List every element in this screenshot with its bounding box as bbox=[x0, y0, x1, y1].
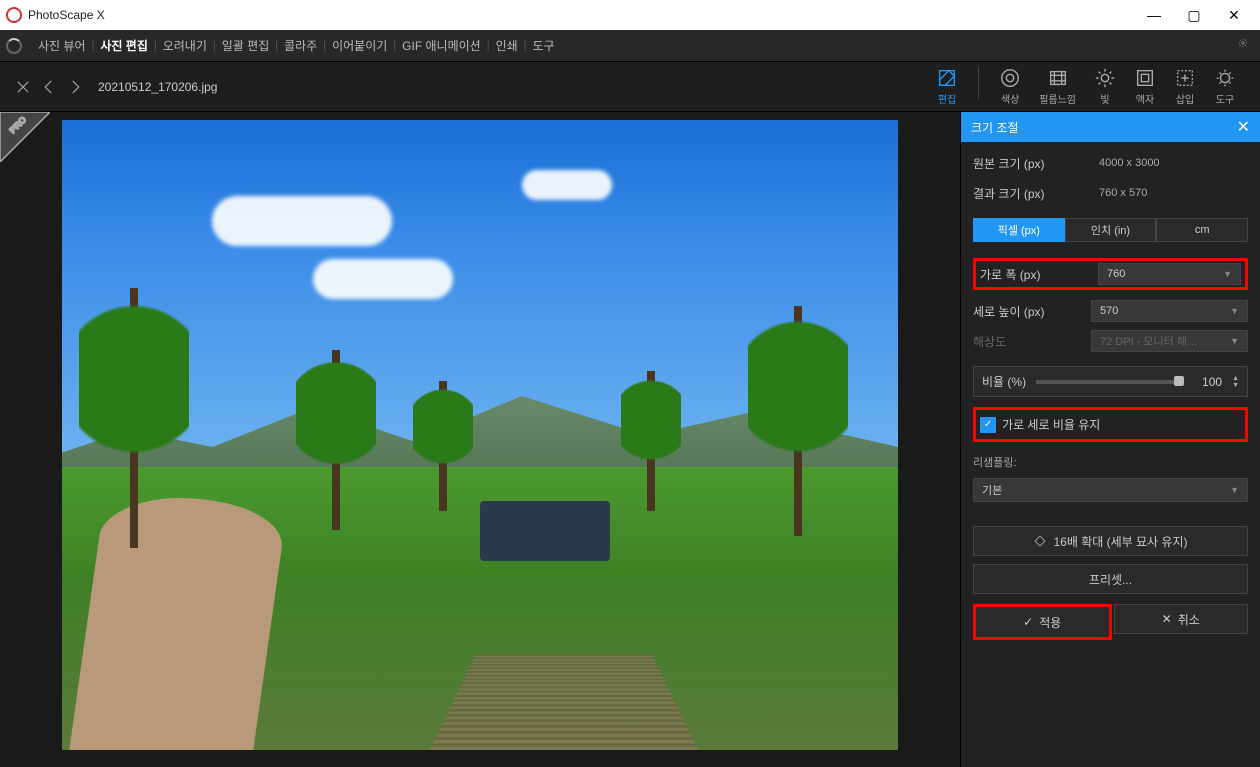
menu-batch[interactable]: 일괄 편집 bbox=[216, 37, 276, 54]
unit-px[interactable]: 픽셀 (px) bbox=[973, 218, 1065, 242]
ratio-row: 비율 (%) 100 ▲▼ bbox=[973, 366, 1248, 397]
enlarge16-button[interactable]: 16배 확대 (세부 묘사 유지) bbox=[973, 526, 1248, 556]
tool-edit[interactable]: 편집 bbox=[936, 67, 958, 106]
tool-color[interactable]: 색상 bbox=[999, 67, 1021, 106]
panel-header: 크기 조절 ✕ bbox=[961, 112, 1260, 142]
pro-badge: PRO bbox=[0, 112, 50, 162]
width-input[interactable]: 760▼ bbox=[1098, 263, 1241, 285]
settings-gear-icon[interactable] bbox=[1232, 35, 1254, 57]
app-logo-icon bbox=[6, 7, 22, 23]
menu-crop[interactable]: 오려내기 bbox=[157, 37, 213, 54]
height-input[interactable]: 570▼ bbox=[1091, 300, 1248, 322]
panel-title: 크기 조절 bbox=[971, 119, 1019, 136]
ratio-slider[interactable] bbox=[1036, 380, 1180, 384]
menu-print[interactable]: 인쇄 bbox=[490, 37, 524, 54]
result-size-value: 760 x 570 bbox=[1091, 182, 1248, 204]
color-icon bbox=[999, 67, 1021, 89]
insert-icon bbox=[1174, 67, 1196, 89]
original-size-label: 원본 크기 (px) bbox=[973, 155, 1083, 172]
frame-icon bbox=[1134, 67, 1156, 89]
resample-select[interactable]: 기본▼ bbox=[973, 478, 1248, 502]
menu-collage[interactable]: 콜라주 bbox=[278, 37, 323, 54]
height-label: 세로 높이 (px) bbox=[973, 303, 1083, 320]
diamond-icon bbox=[1033, 534, 1047, 548]
film-icon bbox=[1047, 67, 1069, 89]
highlight-width: 가로 폭 (px) 760▼ bbox=[973, 258, 1248, 290]
tools-icon bbox=[1214, 67, 1236, 89]
tool-film[interactable]: 필름느낌 bbox=[1039, 67, 1076, 106]
panel-close-button[interactable]: ✕ bbox=[1237, 117, 1250, 137]
result-size-label: 결과 크기 (px) bbox=[973, 185, 1083, 202]
image-canvas[interactable]: PRO bbox=[0, 112, 960, 767]
unit-in[interactable]: 인치 (in) bbox=[1065, 218, 1157, 242]
photo-preview bbox=[62, 120, 898, 750]
highlight-aspect: ✓ 가로 세로 비율 유지 bbox=[973, 407, 1248, 442]
width-label: 가로 폭 (px) bbox=[980, 266, 1090, 283]
filename-label: 20210512_170206.jpg bbox=[98, 80, 217, 94]
ratio-stepper[interactable]: ▲▼ bbox=[1232, 375, 1239, 389]
tool-tray: 편집 색상 필름느낌 빛 액자 삽입 도구 bbox=[936, 67, 1250, 106]
cancel-button[interactable]: ✕ 취소 bbox=[1114, 604, 1249, 634]
menu-combine[interactable]: 이어붙이기 bbox=[326, 37, 393, 54]
maximize-button[interactable]: ▢ bbox=[1174, 0, 1214, 30]
resample-label: 리샘플링: bbox=[973, 454, 1248, 470]
tool-light[interactable]: 빛 bbox=[1094, 67, 1116, 106]
next-file-button[interactable] bbox=[62, 78, 88, 96]
light-icon bbox=[1094, 67, 1116, 89]
file-nav-row: 20210512_170206.jpg 편집 색상 필름느낌 빛 액자 삽입 bbox=[0, 62, 1260, 112]
unit-switcher: 픽셀 (px) 인치 (in) cm bbox=[973, 218, 1248, 242]
menu-gif[interactable]: GIF 애니메이션 bbox=[396, 37, 487, 54]
minimize-button[interactable]: — bbox=[1134, 0, 1174, 30]
dpi-label: 해상도 bbox=[973, 333, 1083, 350]
aspect-ratio-checkbox[interactable]: ✓ 가로 세로 비율 유지 bbox=[978, 412, 1243, 437]
menu-edit[interactable]: 사진 편집 bbox=[94, 37, 154, 54]
close-window-button[interactable]: ✕ bbox=[1214, 0, 1254, 30]
unit-cm[interactable]: cm bbox=[1156, 218, 1248, 242]
app-icon bbox=[6, 38, 22, 54]
close-file-button[interactable] bbox=[10, 78, 36, 96]
tool-frame[interactable]: 액자 bbox=[1134, 67, 1156, 106]
check-icon: ✓ bbox=[980, 417, 996, 433]
main-menu-bar: 사진 뷰어| 사진 편집| 오려내기| 일괄 편집| 콜라주| 이어붙이기| G… bbox=[0, 30, 1260, 62]
window-titlebar: PhotoScape X — ▢ ✕ bbox=[0, 0, 1260, 30]
ratio-label: 비율 (%) bbox=[982, 373, 1026, 390]
original-size-value: 4000 x 3000 bbox=[1091, 152, 1248, 174]
resize-panel: 크기 조절 ✕ 원본 크기 (px) 4000 x 3000 결과 크기 (px… bbox=[960, 112, 1260, 767]
app-title: PhotoScape X bbox=[28, 8, 1134, 22]
ratio-value: 100 bbox=[1190, 375, 1222, 389]
menu-viewer[interactable]: 사진 뷰어 bbox=[32, 37, 92, 54]
apply-button[interactable]: ✓ 적용 bbox=[976, 607, 1109, 637]
menu-tools[interactable]: 도구 bbox=[527, 37, 561, 54]
preset-button[interactable]: 프리셋... bbox=[973, 564, 1248, 594]
tool-insert[interactable]: 삽입 bbox=[1174, 67, 1196, 106]
check-icon: ✓ bbox=[1023, 615, 1033, 629]
tool-tools[interactable]: 도구 bbox=[1214, 67, 1236, 106]
edit-icon bbox=[936, 67, 958, 89]
dpi-input[interactable]: 72 DPI - 모니터 해…▼ bbox=[1091, 330, 1248, 352]
x-icon: ✕ bbox=[1162, 612, 1172, 626]
prev-file-button[interactable] bbox=[36, 78, 62, 96]
highlight-apply: ✓ 적용 bbox=[973, 604, 1112, 640]
